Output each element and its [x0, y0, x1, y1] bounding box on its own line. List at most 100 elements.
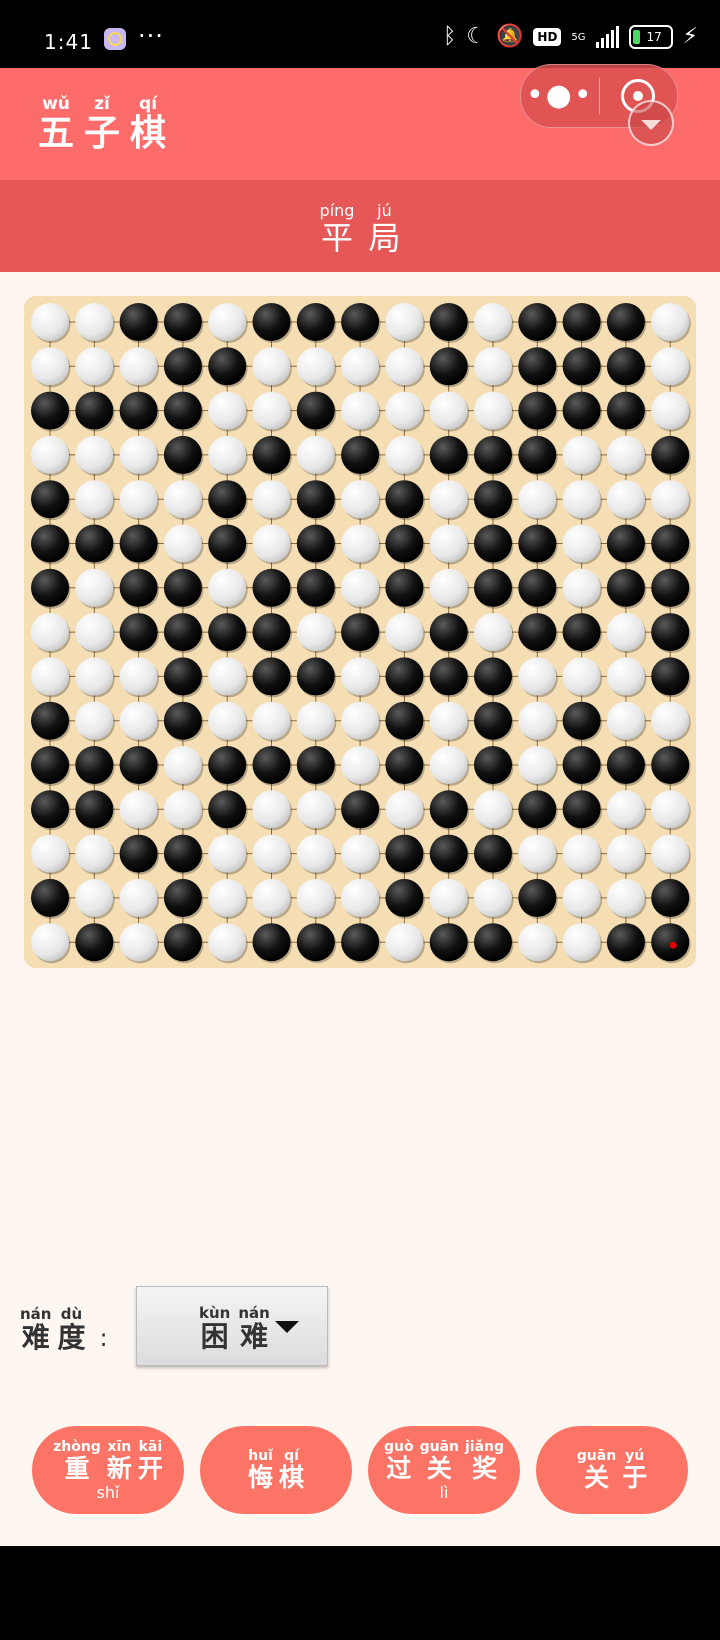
white-stone	[31, 923, 69, 962]
black-stone	[31, 746, 69, 784]
button-label-hanzi: 于	[622, 1463, 648, 1492]
button-label-pinyin-extra: shǐ	[96, 1482, 120, 1502]
white-stone	[252, 701, 291, 740]
black-stone	[474, 524, 512, 563]
white-stone	[163, 480, 202, 519]
white-stone	[75, 613, 114, 652]
result-char: píng 平	[320, 202, 355, 272]
white-stone	[651, 347, 690, 386]
white-stone	[296, 878, 335, 917]
difficulty-label: nán 难 dù 度 :	[20, 1306, 108, 1354]
black-stone	[606, 923, 645, 962]
black-stone	[163, 303, 202, 341]
white-stone	[429, 524, 468, 563]
black-stone	[429, 834, 468, 873]
result-hanzi: 局	[368, 219, 401, 257]
level-rewards-button[interactable]: guò 过 guān 关 jiǎng 奖 lì	[368, 1426, 520, 1514]
white-stone	[429, 746, 468, 784]
white-stone	[119, 790, 158, 829]
status-time: 1:41	[44, 30, 93, 54]
black-stone	[75, 790, 114, 829]
title-pinyin: zǐ	[94, 94, 110, 114]
white-stone	[385, 347, 424, 386]
hd-icon: HD	[533, 28, 562, 46]
button-label-hanzi: 开	[137, 1453, 163, 1483]
signal-icon	[595, 26, 619, 48]
black-stone	[385, 524, 424, 563]
action-buttons: zhòng 重 xīn 新 kāi 开 shǐ huǐ 悔 qí 棋 guò 过 guān 关 jiǎng 奖 l…	[32, 1426, 688, 1514]
black-stone	[208, 613, 247, 652]
black-stone	[518, 435, 557, 474]
white-stone	[208, 834, 247, 873]
black-stone	[606, 746, 645, 784]
white-stone	[562, 834, 601, 873]
black-stone	[385, 834, 424, 873]
about-button[interactable]: guān 关 yú 于	[536, 1426, 688, 1514]
black-stone	[606, 347, 645, 386]
white-stone	[119, 701, 158, 740]
white-stone	[429, 568, 468, 607]
white-stone	[341, 878, 380, 917]
white-stone	[31, 834, 69, 873]
difficulty-value-char: nán 难	[238, 1305, 269, 1353]
last-move-marker	[669, 941, 677, 949]
white-stone	[119, 480, 158, 519]
board-grid[interactable]	[24, 296, 696, 968]
difficulty-label-char: dù 度	[57, 1306, 85, 1354]
white-stone	[75, 834, 114, 873]
black-stone	[651, 657, 690, 696]
battery-level: 17	[646, 30, 662, 44]
white-stone	[208, 878, 247, 917]
button-label-char: guò 过	[384, 1439, 414, 1483]
black-stone	[75, 923, 114, 962]
black-stone	[31, 568, 69, 607]
black-stone	[208, 746, 247, 784]
undo-button[interactable]: huǐ 悔 qí 棋	[200, 1426, 352, 1514]
black-stone	[474, 480, 512, 519]
white-stone	[474, 347, 512, 386]
white-stone	[562, 524, 601, 563]
black-stone	[606, 568, 645, 607]
app-notification-icon	[104, 28, 126, 50]
white-stone	[163, 790, 202, 829]
white-stone	[385, 435, 424, 474]
button-label-hanzi: 新	[106, 1453, 132, 1483]
white-stone	[296, 613, 335, 652]
black-stone	[562, 790, 601, 829]
black-stone	[341, 435, 380, 474]
button-label-pinyin: zhòng	[53, 1438, 101, 1455]
black-stone	[163, 878, 202, 917]
black-stone	[75, 391, 114, 430]
black-stone	[562, 391, 601, 430]
white-stone	[518, 746, 557, 784]
capsule-more-button[interactable]: •●•	[521, 65, 599, 127]
white-stone	[651, 303, 690, 341]
white-stone	[252, 790, 291, 829]
black-stone	[163, 347, 202, 386]
black-stone	[252, 303, 291, 341]
white-stone	[651, 391, 690, 430]
black-stone	[429, 790, 468, 829]
white-stone	[606, 657, 645, 696]
difficulty-value-pinyin: nán	[238, 1304, 270, 1322]
black-stone	[208, 480, 247, 519]
white-stone	[562, 480, 601, 519]
black-stone	[31, 480, 69, 519]
white-stone	[208, 391, 247, 430]
white-stone	[474, 391, 512, 430]
chevron-down-icon[interactable]	[628, 100, 674, 146]
white-stone	[31, 657, 69, 696]
button-label-pinyin: xīn	[107, 1438, 132, 1455]
white-stone	[429, 878, 468, 917]
white-stone	[474, 790, 512, 829]
button-label-char: huǐ 悔	[248, 1448, 273, 1492]
restart-button[interactable]: zhòng 重 xīn 新 kāi 开 shǐ	[32, 1426, 184, 1514]
difficulty-value-hanzi: 难	[240, 1320, 269, 1353]
difficulty-label-hanzi: 难	[21, 1321, 50, 1354]
button-label-char: zhòng 重	[53, 1439, 101, 1483]
difficulty-select[interactable]: kùn 困 nán 难	[136, 1286, 328, 1366]
black-stone	[296, 480, 335, 519]
white-stone	[341, 391, 380, 430]
gomoku-board[interactable]	[24, 296, 696, 968]
button-label-char: jiǎng 奖	[465, 1439, 504, 1483]
